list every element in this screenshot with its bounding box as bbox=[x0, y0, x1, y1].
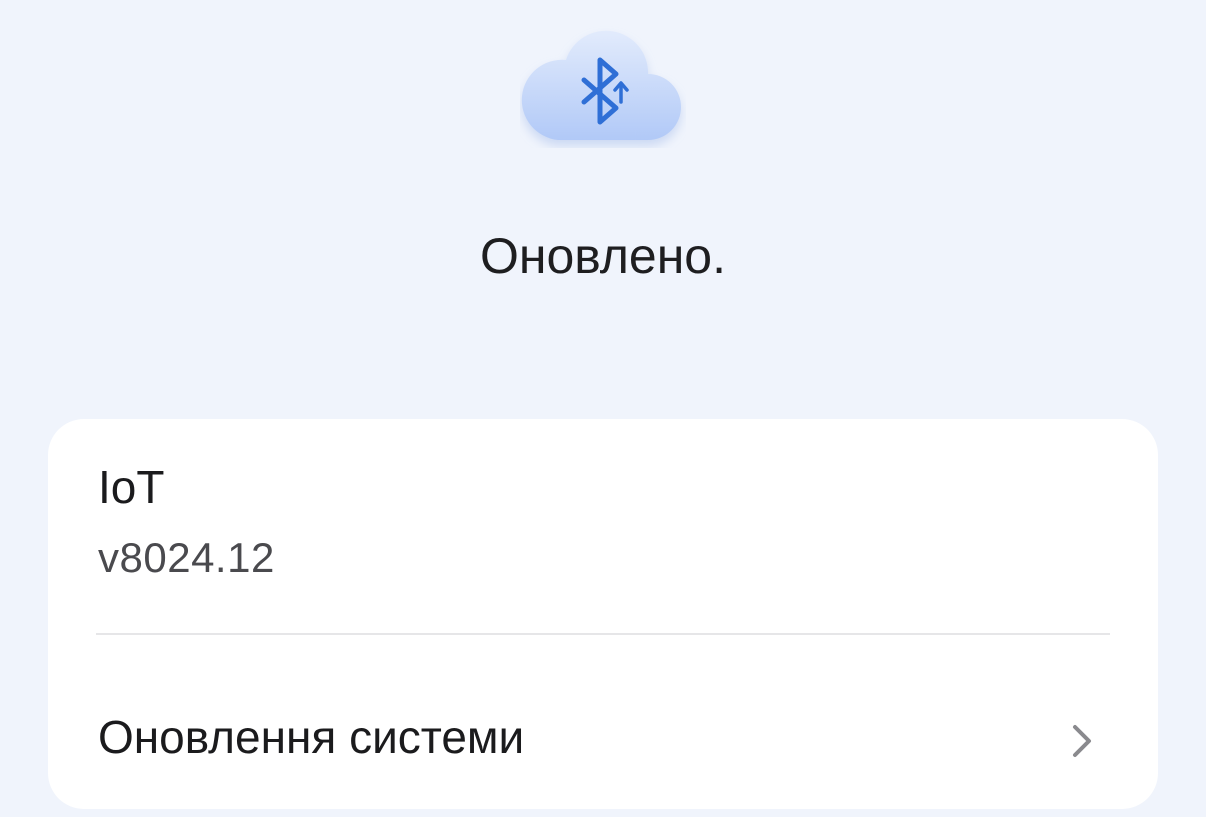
system-update-row[interactable]: Оновлення системи bbox=[48, 635, 1158, 809]
system-update-label: Оновлення системи bbox=[98, 711, 525, 763]
chevron-right-icon bbox=[1070, 723, 1094, 759]
module-name: IoT bbox=[98, 461, 165, 513]
bluetooth-update-cloud-icon bbox=[520, 18, 686, 148]
module-version: v8024.12 bbox=[98, 534, 275, 581]
firmware-card: IoT v8024.12 Оновлення системи bbox=[48, 419, 1158, 809]
update-status-text: Оновлено. bbox=[479, 228, 727, 284]
